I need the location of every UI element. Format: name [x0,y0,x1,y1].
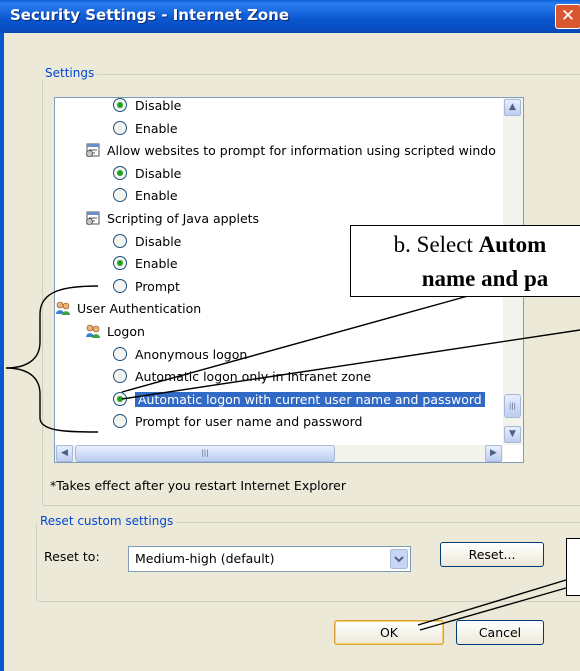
reset-legend: Reset custom settings [37,514,177,528]
users-icon [56,302,70,316]
setting-option[interactable]: Disable [113,163,181,185]
radio-checked[interactable] [113,391,127,406]
users-icon [86,324,100,338]
setting-label: Logon [107,324,145,339]
setting-label: Disable [135,98,182,113]
reset-level-dropdown[interactable]: Medium-high (default) [128,546,411,572]
script-settings-icon [86,211,100,225]
setting-option[interactable]: Enable [113,253,178,275]
callout-text-bold: name and pa [421,266,549,291]
step-c-callout [566,538,580,596]
chevron-down-icon[interactable] [390,549,408,569]
restart-footnote: *Takes effect after you restart Internet… [50,478,346,493]
setting-option[interactable]: Anonymous logon [113,344,247,366]
window-title: Security Settings - Internet Zone [10,6,290,24]
close-button[interactable]: ✕ [555,4,580,29]
radio-unchecked[interactable] [113,369,127,384]
setting-option[interactable]: Automatic logon with current user name a… [113,389,485,411]
script-settings-icon [86,143,100,158]
setting-option[interactable]: Enable [113,185,178,207]
radio-unchecked[interactable] [113,233,127,248]
setting-option[interactable]: Disable [113,231,181,253]
cancel-button[interactable]: Cancel [456,620,544,645]
scroll-down-button[interactable]: ▼ [504,426,521,443]
setting-label: Prompt [135,278,180,294]
setting-category[interactable]: User Authentication [55,298,201,320]
setting-item[interactable]: Allow websites to prompt for information… [85,140,496,162]
scroll-thumb[interactable]: ||| [504,394,521,418]
settings-legend: Settings [42,66,98,80]
setting-option[interactable]: Disable [113,98,182,117]
radio-checked[interactable] [113,256,127,271]
reset-level-value: Medium-high (default) [135,551,275,566]
setting-label: Disable [135,233,182,249]
setting-label: User Authentication [77,301,202,317]
setting-label: Automatic logon with current user name a… [135,391,485,407]
setting-label: Enable [135,120,178,136]
radio-checked[interactable] [113,165,127,180]
setting-label: Enable [135,188,178,204]
setting-label: Automatic logon only in Intranet zone [135,369,372,385]
setting-label: Disable [135,165,182,181]
radio-unchecked[interactable] [113,188,127,203]
radio-unchecked[interactable] [113,120,127,135]
title-bar[interactable]: Security Settings - Internet Zone ✕ [0,0,580,33]
setting-option[interactable]: Enable [113,118,178,140]
radio-unchecked[interactable] [113,278,127,293]
setting-label: Enable [135,256,178,272]
scroll-left-button[interactable]: ◀ [56,445,73,462]
radio-unchecked[interactable] [113,346,127,361]
radio-unchecked[interactable] [113,414,127,429]
step-b-callout: b. Select Autom name and pa [350,225,580,297]
horizontal-scrollbar[interactable]: ◀ ||| ▶ [55,445,503,462]
callout-text-bold: Autom [478,232,547,257]
radio-checked[interactable] [113,98,127,112]
callout-text: b. Select [393,232,479,257]
setting-label: Anonymous logon [135,346,248,362]
security-settings-dialog: Security Settings - Internet Zone ✕ Sett… [0,0,580,671]
scroll-up-button[interactable]: ▲ [504,99,521,116]
scroll-right-button[interactable]: ▶ [485,445,502,462]
setting-item[interactable]: Scripting of Java applets [85,208,259,230]
setting-category[interactable]: Logon [85,321,145,343]
reset-to-label: Reset to: [44,549,100,564]
horizontal-scroll-thumb[interactable]: ||| [75,445,335,462]
setting-label: Scripting of Java applets [107,211,260,226]
setting-option[interactable]: Automatic logon only in Intranet zone [113,366,371,388]
reset-button[interactable]: Reset... [440,542,544,567]
setting-option[interactable]: Prompt [113,276,180,298]
setting-option[interactable]: Prompt for user name and password [113,411,362,433]
setting-label: Allow websites to prompt for information… [107,143,496,159]
ok-button[interactable]: OK [334,620,444,645]
setting-label: Prompt for user name and password [135,414,363,430]
